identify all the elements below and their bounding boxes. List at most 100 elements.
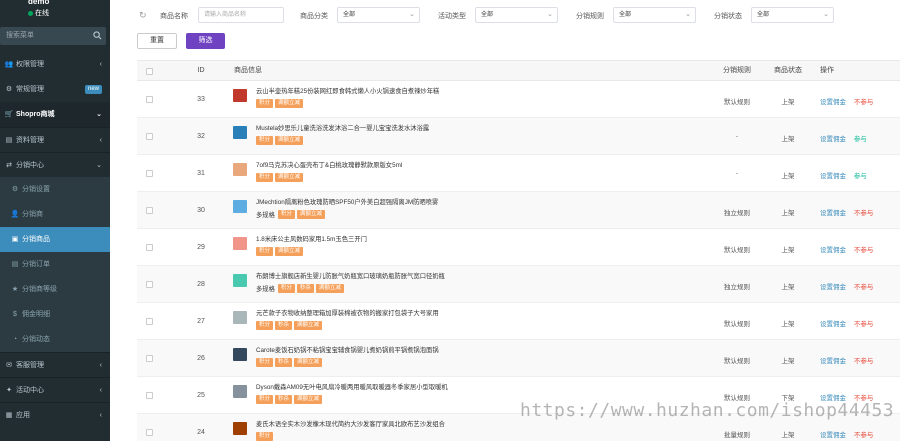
activity-tag: 积分 [256, 136, 274, 146]
sidebar-item-13[interactable]: ✦ 活动中心 ‹ [0, 377, 110, 402]
chat-icon: ✉ [6, 362, 12, 369]
join-toggle-link[interactable]: 不参与 [854, 284, 874, 291]
sidebar-item-2[interactable]: 🛒 Shopro商城 ⌄ [0, 102, 110, 127]
row-status: 上架 [781, 136, 795, 143]
refresh-icon[interactable]: ↻ [139, 10, 147, 21]
sidebar-item-3[interactable]: ▤ 资料管理 ‹ [0, 127, 110, 152]
select-all-checkbox[interactable] [146, 68, 153, 75]
join-toggle-link[interactable]: 不参与 [854, 210, 874, 217]
join-toggle-link[interactable]: 不参与 [854, 358, 874, 365]
reset-button[interactable]: 重置 [137, 33, 177, 49]
sidebar-item-5[interactable]: ⚙ 分销设置 [0, 177, 110, 202]
table-row: 32 Mustela妙思乐儿童洗浴洗发沐浴二合一婴儿宝宝洗发水沐浴露 积分 满额立… [137, 118, 900, 155]
product-tags: 多规格 积分 满额立减 [256, 210, 327, 220]
set-commission-link[interactable]: 设置佣金 [820, 99, 846, 106]
goods-name-input[interactable]: 请输入商品名称 [198, 7, 284, 23]
sidebar-item-label: 分销商品 [22, 236, 50, 243]
gift-icon: ✦ [6, 387, 12, 394]
set-commission-link[interactable]: 设置佣金 [820, 432, 846, 439]
sidebar-item-14[interactable]: ▦ 应用 ‹ [0, 402, 110, 427]
sidebar-item-6[interactable]: 👤 分销商 [0, 202, 110, 227]
sidebar-item-9[interactable]: ★ 分销商等级 [0, 277, 110, 302]
set-commission-link[interactable]: 设置佣金 [820, 210, 846, 217]
row-checkbox[interactable] [146, 207, 153, 214]
row-id: 30 [197, 207, 205, 214]
activity-select[interactable]: 全部 ⌄ [475, 7, 558, 23]
set-commission-link[interactable]: 设置佣金 [820, 321, 846, 328]
product-thumbnail [233, 274, 247, 287]
activity-tag: 满额立减 [315, 284, 344, 294]
join-toggle-link[interactable]: 不参与 [854, 432, 874, 439]
goods-table: ID 商品信息 分销规则 商品状态 操作 33 云山半壶热年糕25份装网红即食韩… [137, 60, 900, 441]
row-operations: 设置佣金 不参与 [820, 429, 873, 439]
category-value: 全部 [343, 12, 356, 18]
dist-status-label: 分销状态 [714, 13, 742, 20]
join-toggle-link[interactable]: 参与 [854, 136, 867, 143]
sidebar-menu: 👥 权限管理 ‹ ⚙ 常规管理 new 🛒 Shopro商城 ⌄ ▤ 资料管理 ‹ ⇄ 分销中心 ⌄ ⚙ 分销设… [0, 52, 110, 427]
set-commission-link[interactable]: 设置佣金 [820, 247, 846, 254]
sidebar-item-12[interactable]: ✉ 客服管理 ‹ [0, 352, 110, 377]
activity-tag: 积分 [277, 284, 295, 294]
product-name: Mustela妙思乐儿童洗浴洗发沐浴二合一婴儿宝宝洗发水沐浴露 [256, 125, 430, 132]
join-toggle-link[interactable]: 参与 [854, 173, 867, 180]
row-checkbox[interactable] [146, 244, 153, 251]
row-checkbox[interactable] [146, 96, 153, 103]
activity-icon: ◔ [12, 336, 18, 343]
row-checkbox[interactable] [146, 392, 153, 399]
join-toggle-link[interactable]: 不参与 [854, 321, 874, 328]
gear-icon: ⚙ [5, 86, 13, 93]
sidebar-item-8[interactable]: ▤ 分销订单 [0, 252, 110, 277]
join-toggle-link[interactable]: 不参与 [854, 99, 874, 106]
filter-button[interactable]: 筛选 [186, 33, 225, 49]
set-commission-link[interactable]: 设置佣金 [820, 284, 846, 291]
row-rule: 批量规则 [724, 432, 750, 439]
row-status: 上架 [781, 321, 795, 328]
chevron-left-icon: ‹ [99, 412, 102, 419]
sidebar-item-label: 分销订单 [22, 261, 50, 268]
set-commission-link[interactable]: 设置佣金 [820, 173, 846, 180]
rule-value: 全部 [619, 12, 632, 18]
row-checkbox[interactable] [146, 281, 153, 288]
category-select[interactable]: 全部 ⌄ [337, 7, 420, 23]
set-commission-link[interactable]: 设置佣金 [820, 136, 846, 143]
sidebar-item-1[interactable]: ⚙ 常规管理 new [0, 77, 110, 102]
product-thumbnail [233, 237, 247, 250]
join-toggle-link[interactable]: 不参与 [854, 247, 874, 254]
product-tags: 积分 满额立减 [256, 136, 305, 146]
sidebar-item-7[interactable]: ▣ 分销商品 [0, 227, 110, 252]
row-checkbox[interactable] [146, 170, 153, 177]
activity-tag: 满额立减 [275, 136, 304, 146]
row-operations: 设置佣金 不参与 [820, 207, 873, 217]
row-checkbox[interactable] [146, 318, 153, 325]
sidebar-item-11[interactable]: ◔ 分销动态 [0, 327, 110, 352]
row-checkbox[interactable] [146, 429, 153, 436]
sidebar: demo 在线 搜索菜单 👥 权限管理 ‹ ⚙ 常规管理 new 🛒 Shopro商城 ⌄ ▤ 资料… [0, 0, 110, 441]
sidebar-item-4[interactable]: ⇄ 分销中心 ⌄ [0, 152, 110, 177]
row-operations: 设置佣金 不参与 [820, 281, 873, 291]
product-name: 云山半壶热年糕25份装网红即食韩式懒人小火锅速食自煮辣炒年糕 [256, 88, 440, 95]
activity-tag: 秒杀 [296, 284, 314, 294]
activity-tag: 秒杀 [275, 358, 293, 368]
header-info: 商品信息 [234, 67, 262, 74]
sidebar-item-label: 分销设置 [22, 186, 50, 193]
product-tags: 积分 秒杀 满额立减 [256, 358, 324, 368]
header-id: ID [197, 67, 205, 74]
main-content: ↻ 商品名称 请输入商品名称 商品分类 全部 ⌄ 活动类型 全部 ⌄ 分销规则 全部… [110, 0, 900, 441]
row-rule: 独立规则 [724, 284, 750, 291]
sidebar-item-0[interactable]: 👥 权限管理 ‹ [0, 52, 110, 77]
row-rule: 默认规则 [724, 321, 750, 328]
sidebar-item-10[interactable]: $ 佣金明细 [0, 302, 110, 327]
dist-status-value: 全部 [757, 12, 770, 18]
sidebar-search-input[interactable]: 搜索菜单 [0, 27, 106, 45]
sidebar-item-label: 活动中心 [16, 387, 44, 394]
book-icon: ▤ [5, 137, 13, 144]
dist-status-select[interactable]: 全部 ⌄ [751, 7, 834, 23]
set-commission-link[interactable]: 设置佣金 [820, 358, 846, 365]
row-checkbox[interactable] [146, 133, 153, 140]
row-checkbox[interactable] [146, 355, 153, 362]
table-row: 31 7of9马克苏决心蛋壳布丁&白桃玫瑰静默款原版女5ml 积分 满额立减 - … [137, 155, 900, 192]
category-label: 商品分类 [300, 13, 328, 20]
online-dot-icon [28, 10, 33, 16]
search-icon[interactable] [93, 31, 102, 40]
rule-select[interactable]: 全部 ⌄ [613, 7, 696, 23]
